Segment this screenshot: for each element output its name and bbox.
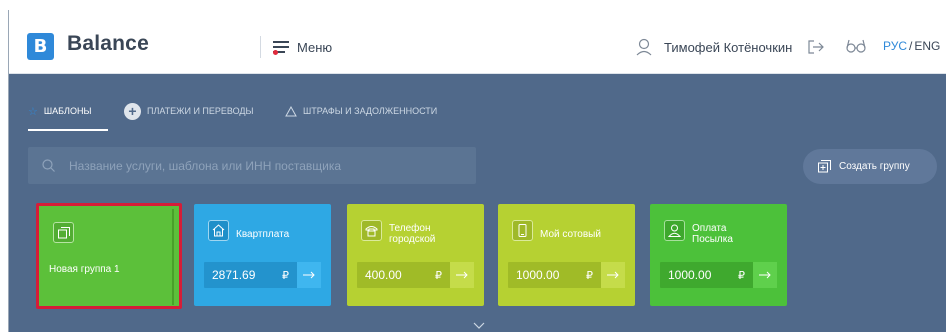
hamburger-icon [273, 41, 289, 55]
pay-arrow-button[interactable] [450, 262, 474, 288]
card-title: Квартплата [236, 229, 290, 240]
logo-icon[interactable]: B [27, 33, 54, 60]
card-title-line1: Оплата [692, 223, 727, 234]
user-icon [664, 220, 685, 241]
amount-value: 400.00 [365, 268, 402, 282]
amount-row: 2871.69 ₽ [204, 262, 321, 288]
lang-ru[interactable]: РУС [883, 39, 907, 53]
tab-payments[interactable]: + ПЛАТЕЖИ И ПЕРЕВОДЫ [124, 102, 253, 120]
amount-value: 2871.69 [212, 268, 256, 282]
create-group-label: Создать группу [839, 161, 910, 172]
arrow-right-icon [303, 271, 315, 279]
pay-arrow-button[interactable] [297, 262, 321, 288]
card-rent[interactable]: Квартплата 2871.69 ₽ [194, 204, 331, 306]
phone-icon [361, 220, 382, 241]
search-icon [42, 159, 55, 172]
language-switcher: РУС / ENG [883, 39, 940, 53]
chevron-down-icon[interactable] [473, 322, 485, 329]
card-mobile[interactable]: Мой сотовый 1000.00 ₽ [498, 204, 635, 306]
card-new-group[interactable]: Новая группа 1 [36, 203, 182, 309]
card-title: Телефон городской [389, 223, 435, 245]
arrow-right-icon [759, 271, 771, 279]
arrow-right-icon [607, 271, 619, 279]
tab-fines[interactable]: ШТРАФЫ И ЗАДОЛЖЕННОСТИ [285, 102, 437, 120]
warning-icon [285, 105, 297, 116]
header-divider [260, 36, 261, 58]
card-title-line2: Посылка [692, 234, 733, 245]
card-title: Оплата Посылка [692, 223, 733, 245]
search-input[interactable] [69, 158, 449, 173]
card-title-line2: городской [389, 234, 436, 245]
card-parcel[interactable]: Оплата Посылка 1000.00 ₽ [650, 204, 787, 306]
card-title: Новая группа 1 [49, 264, 120, 275]
amount-row: 1000.00 ₽ [660, 262, 777, 288]
currency-symbol: ₽ [586, 269, 593, 282]
tab-templates[interactable]: ☆ ШАБЛОНЫ [28, 102, 91, 120]
arrow-right-icon [456, 271, 468, 279]
plus-circle-icon: + [124, 102, 141, 120]
group-icon [53, 222, 74, 243]
lang-en[interactable]: ENG [914, 39, 940, 53]
card-title: Мой сотовый [540, 229, 601, 240]
house-icon [208, 220, 229, 241]
amount-value: 1000.00 [668, 268, 712, 282]
logout-icon[interactable] [808, 40, 824, 54]
create-group-button[interactable]: Создать группу [803, 149, 937, 184]
star-icon: ☆ [28, 105, 38, 118]
user-name[interactable]: Тимофей Котёночкин [664, 40, 792, 55]
glasses-icon[interactable] [846, 39, 866, 53]
menu-button[interactable]: Меню [273, 37, 332, 57]
amount-row: 400.00 ₽ [357, 262, 474, 288]
user-icon[interactable] [636, 38, 652, 56]
active-tab-underline [28, 129, 108, 131]
amount-value: 1000.00 [516, 268, 560, 282]
logo-text[interactable]: Balance [67, 32, 149, 56]
amount-row: 1000.00 ₽ [508, 262, 625, 288]
menu-label: Меню [297, 39, 333, 55]
top-header: B Balance Меню Тимофей Котёночкин РУС / EN… [9, 10, 946, 74]
group-add-icon [818, 160, 831, 173]
pay-arrow-button[interactable] [753, 262, 777, 288]
currency-symbol: ₽ [282, 269, 289, 282]
card-landline[interactable]: Телефон городской 400.00 ₽ [347, 204, 484, 306]
pay-arrow-button[interactable] [601, 262, 625, 288]
app-frame: B Balance Меню Тимофей Котёночкин РУС / EN… [8, 10, 946, 332]
card-stack-edge [172, 209, 174, 305]
tab-payments-label: ПЛАТЕЖИ И ПЕРЕВОДЫ [147, 106, 254, 116]
tab-fines-label: ШТРАФЫ И ЗАДОЛЖЕННОСТИ [303, 106, 438, 116]
currency-symbol: ₽ [738, 269, 745, 282]
currency-symbol: ₽ [435, 269, 442, 282]
tab-templates-label: ШАБЛОНЫ [43, 106, 92, 116]
mobile-icon [512, 220, 533, 241]
lang-separator: / [909, 39, 913, 53]
card-title-line1: Телефон [389, 223, 431, 234]
search-bar[interactable] [28, 147, 476, 184]
